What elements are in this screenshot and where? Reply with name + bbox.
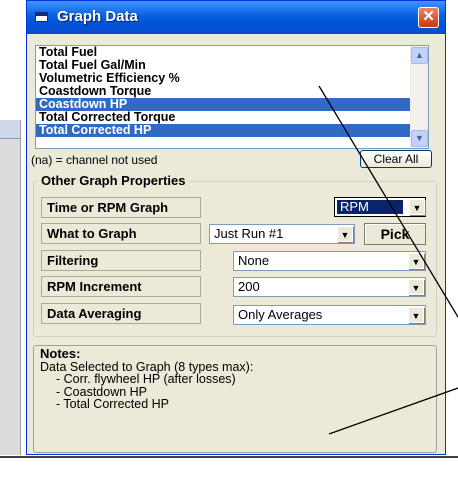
rpm-increment-value: 200 [238,279,260,294]
chevron-down-icon: ▼ [408,253,424,269]
other-graph-properties-title: Other Graph Properties [37,173,190,188]
notes-item: - Total Corrected HP [56,397,170,411]
what-to-graph-select[interactable]: Just Run #1 ▼ [209,224,355,244]
close-button[interactable]: ✕ [418,7,439,28]
notes-item: - Corr. flywheel HP (after losses) [56,372,236,386]
chevron-down-icon: ▼ [415,133,424,143]
time-or-rpm-select[interactable]: RPM ▼ [334,197,426,217]
scroll-down-button[interactable]: ▼ [411,130,428,147]
filtering-select[interactable]: None ▼ [233,251,426,271]
chevron-down-icon: ▼ [337,226,353,242]
chevron-down-icon: ▼ [409,199,425,215]
scroll-up-button[interactable]: ▲ [411,47,428,64]
data-averaging-label: Data Averaging [41,303,201,324]
notes-items: - Corr. flywheel HP (after losses) - Coas… [40,373,430,411]
notes-title: Notes: [40,346,81,361]
channel-list: Total Fuel Total Fuel Gal/Min Volumetric E… [36,46,428,137]
pick-button[interactable]: Pick [364,223,426,245]
clear-all-button[interactable]: Clear All [360,150,432,168]
what-to-graph-label: What to Graph [41,223,201,244]
channel-listbox[interactable]: Total Fuel Total Fuel Gal/Min Volumetric E… [35,45,429,149]
graph-data-dialog: Graph Data ✕ Total Fuel Total Fuel Gal/Mi… [26,0,446,455]
background-window-strip [0,120,20,139]
close-icon: ✕ [422,8,435,25]
time-or-rpm-value: RPM [337,200,403,214]
channel-list-item[interactable]: Total Corrected HP [36,124,428,137]
channel-hint-text: (na) = channel not used [31,153,158,167]
data-averaging-value: Only Averages [238,307,323,322]
data-averaging-select[interactable]: Only Averages ▼ [233,305,426,325]
background-window-edge [0,120,21,455]
rpm-increment-label: RPM Increment [41,276,201,297]
listbox-scrollbar[interactable]: ▲ ▼ [410,46,428,148]
chevron-up-icon: ▲ [415,50,424,60]
notes-panel: Notes: Data Selected to Graph (8 types m… [33,345,437,453]
window-title: Graph Data [57,8,138,25]
window-icon [35,12,48,22]
title-bar[interactable]: Graph Data ✕ [27,1,445,34]
chevron-down-icon: ▼ [408,307,424,323]
filtering-value: None [238,253,270,268]
time-or-rpm-dropdown[interactable]: ▼ [407,199,425,215]
rpm-increment-select[interactable]: 200 ▼ [233,277,426,297]
time-or-rpm-label: Time or RPM Graph [41,197,201,218]
what-to-graph-value: Just Run #1 [214,226,284,241]
chevron-down-icon: ▼ [408,279,424,295]
filtering-label: Filtering [41,250,201,271]
